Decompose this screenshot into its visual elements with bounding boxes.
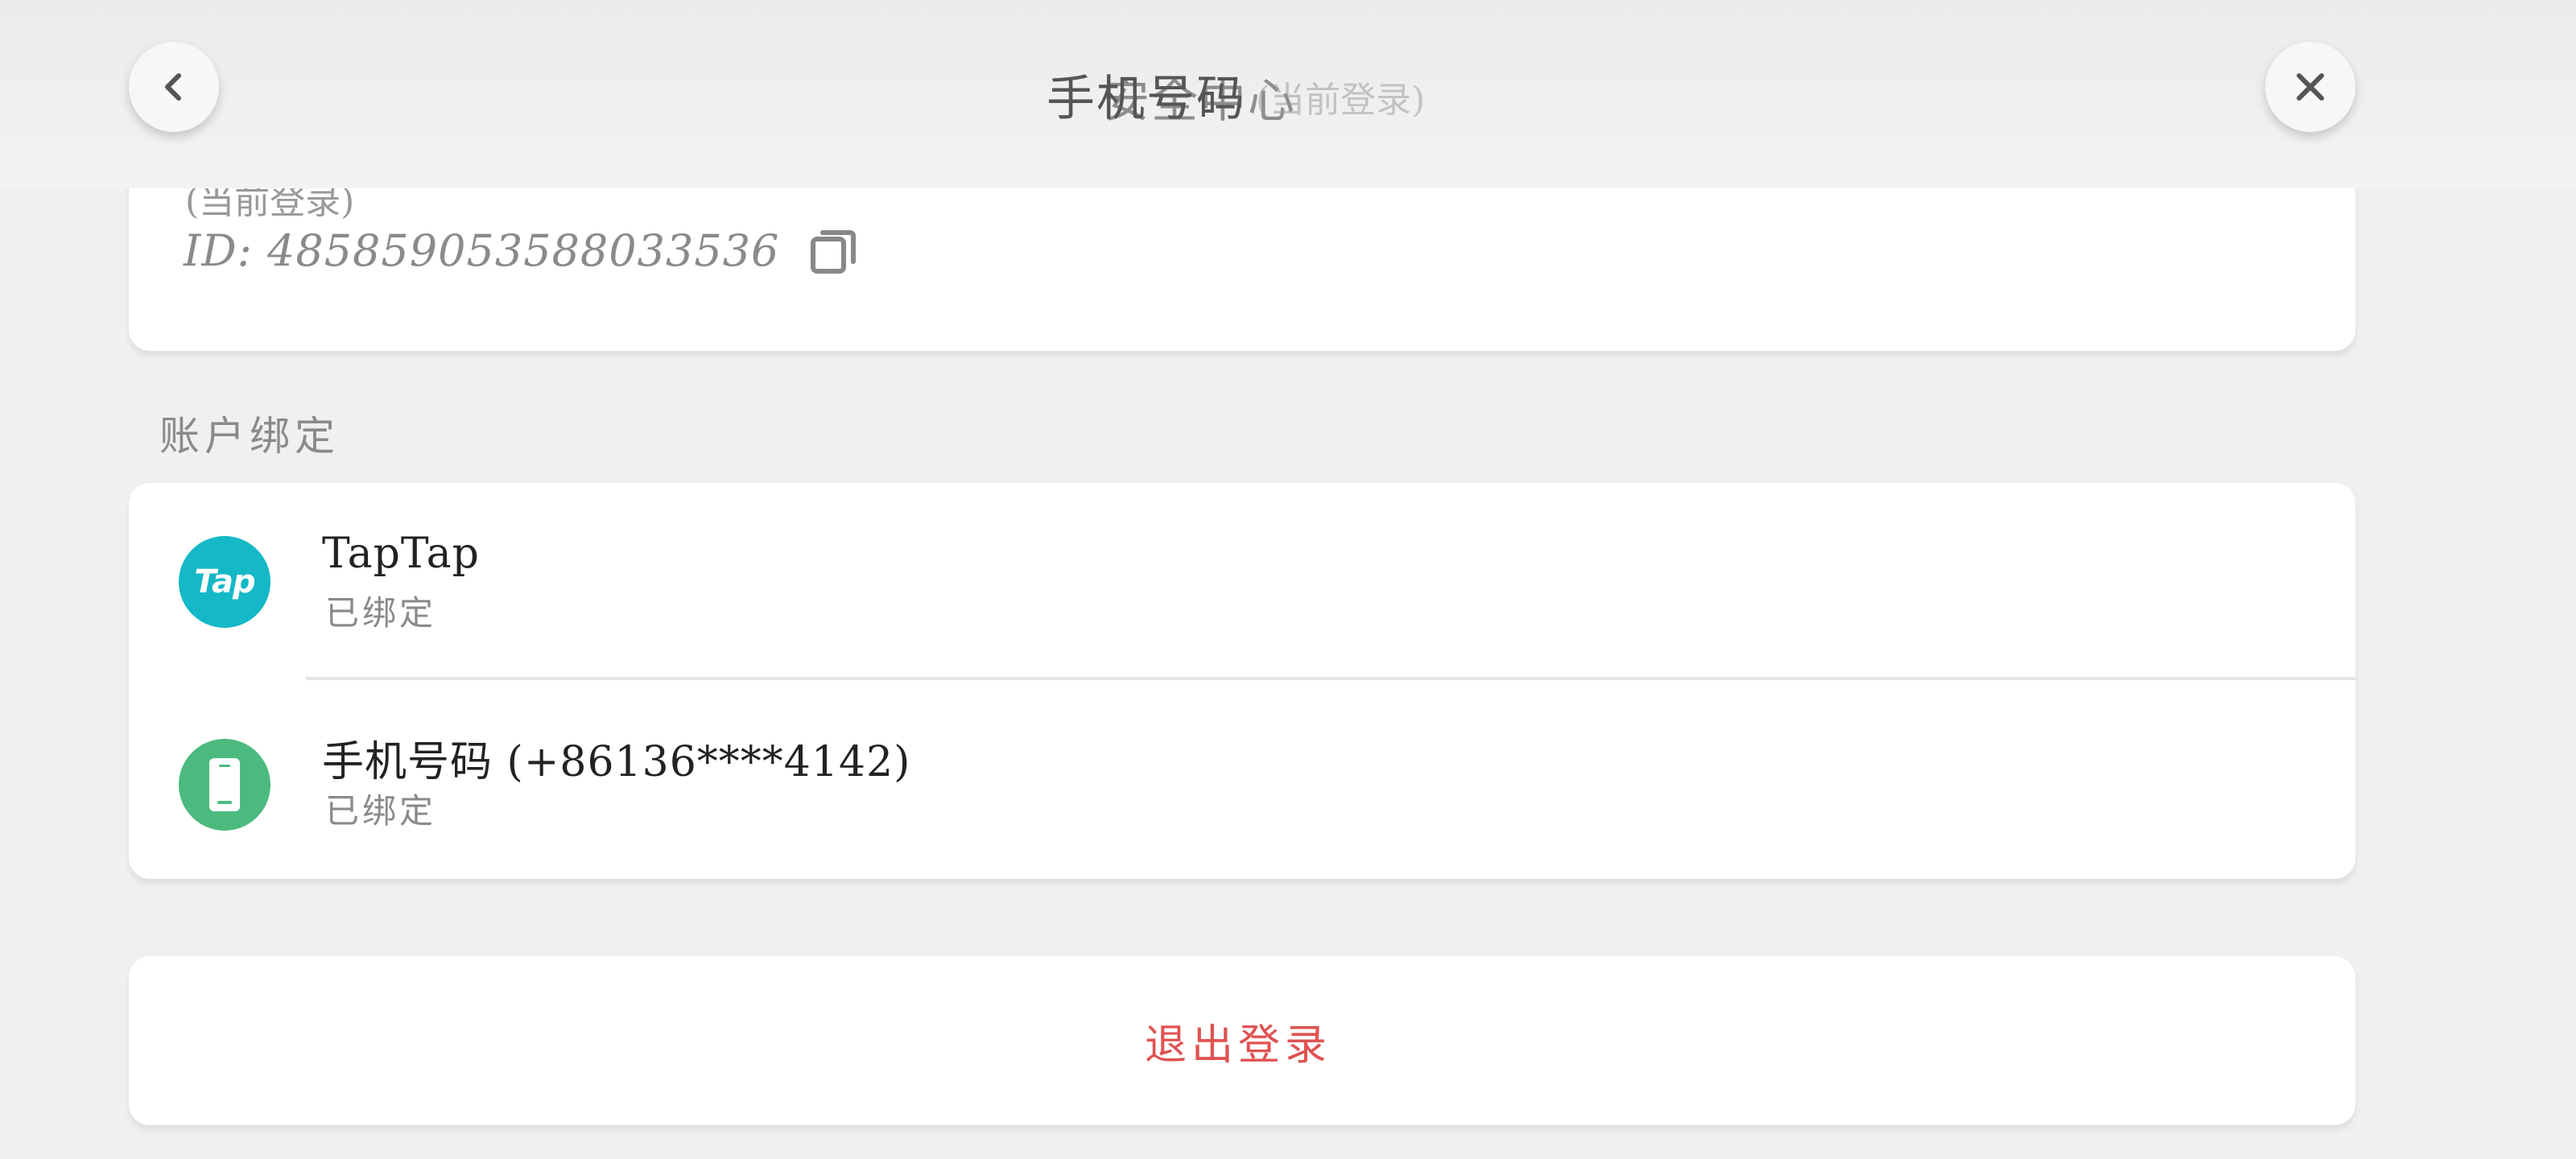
binding-name: 手机号码 (+86136****4142) — [322, 738, 911, 786]
divider — [306, 677, 2355, 680]
profile-id: ID: 485859053588033536 — [184, 225, 780, 276]
binding-status: 已绑定 — [325, 593, 437, 633]
logout-label: 退出登录 — [1144, 1021, 1331, 1070]
account-binding-list: Tap TapTap 已绑定 手机号码 (+86136****4142) 已绑定 — [129, 483, 2355, 879]
binding-name: TapTap — [322, 530, 480, 578]
page-subtitle-ghost: (当前登录) — [1256, 80, 1426, 121]
copy-icon[interactable] — [810, 228, 857, 274]
close-button[interactable] — [2265, 42, 2355, 132]
binding-status: 已绑定 — [325, 791, 437, 831]
phone-icon — [179, 739, 270, 831]
close-icon — [2297, 73, 2324, 101]
back-button[interactable] — [129, 42, 219, 132]
chevron-left-icon — [165, 73, 181, 101]
header-bar: 安全中心 (当前登录) 手机号码 — [0, 0, 2576, 188]
section-title-account-binding: 账户绑定 — [159, 413, 340, 460]
profile-id-row: ID: 485859053588033536 — [184, 225, 857, 276]
binding-item-phone[interactable]: 手机号码 (+86136****4142) 已绑定 — [129, 681, 2355, 879]
taptap-logo-icon: Tap — [179, 536, 270, 628]
binding-item-taptap[interactable]: Tap TapTap 已绑定 — [129, 483, 2355, 681]
page-title: 手机号码 — [1046, 71, 1246, 127]
logout-button[interactable]: 退出登录 — [129, 956, 2355, 1125]
